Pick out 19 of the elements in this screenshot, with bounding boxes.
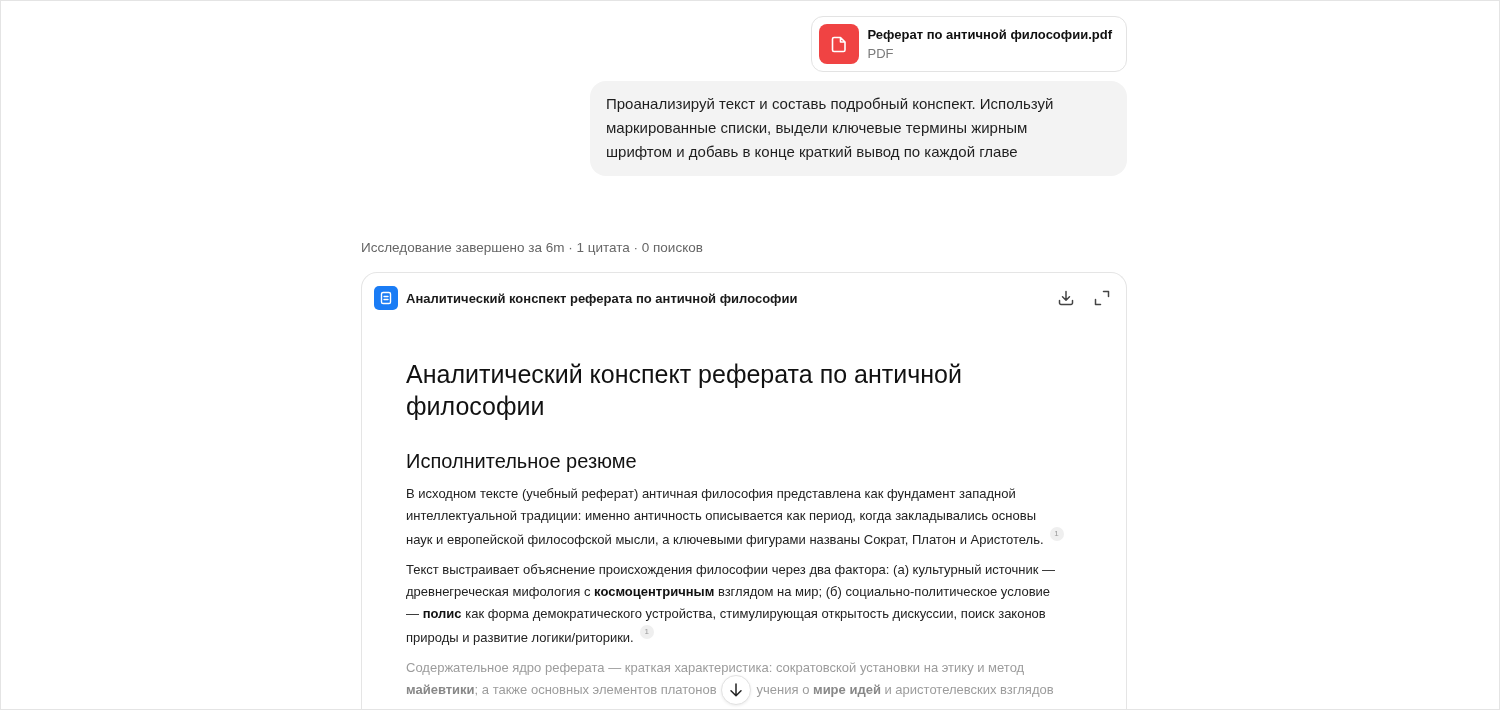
document-heading: Аналитический конспект реферата по античной философии xyxy=(406,359,963,422)
file-type: PDF xyxy=(867,46,895,62)
research-status: Исследование завершено за 6m · 1 цитата · 0 поисков xyxy=(361,240,704,256)
paragraph: Текст выстраивает объяснение происхождения философии через два фактора: (а) культурный источник — древнегреческая мифология с космоцентричным взглядом на мир; (б) социально-политическое условие — полис как форма демократического устройства, стимулирующая открытость дискуссии, поиск законов природы и развитие логики/риторики. 1 xyxy=(406,561,1057,647)
section-heading: Исполнительное резюме xyxy=(406,449,638,474)
citation-link[interactable]: 1 xyxy=(639,625,654,639)
file-attachment-card[interactable]: Реферат по античной философии.pdf PDF xyxy=(811,16,1127,72)
scroll-down-button[interactable] xyxy=(720,675,751,705)
file-icon xyxy=(819,24,860,64)
expand-icon xyxy=(1093,289,1111,307)
citation-link[interactable]: 1 xyxy=(1049,527,1064,541)
download-icon xyxy=(1057,289,1075,307)
user-message: Проанализируй текст и составь подробный конспект. Используй маркированные списки, выдели ключевые термины жирным шрифтом и добавь в конце краткий вывод по каждой главе xyxy=(590,81,1127,176)
file-name: Реферат по античной философии.pdf xyxy=(867,26,1112,43)
paragraph: Содержательное ядро реферата — краткая характеристика: сократовской установки на этику и метод майевтики; а также основных элементов платонов учения о мире идей и аристотелевских взглядов xyxy=(406,657,1062,701)
document-title: Аналитический конспект реферата по античной философии xyxy=(406,290,799,306)
document-icon xyxy=(374,286,398,310)
paragraph: В исходном тексте (учебный реферат) античная философия представлена как фундамент западной интеллектуальной традиции: именно античность описывается как период, когда закладывались основы наук и европейской философской мысли, а ключевыми фигурами названы Сократ, Платон и Аристотель. 1 xyxy=(406,483,1062,551)
arrow-down-icon xyxy=(727,682,744,698)
